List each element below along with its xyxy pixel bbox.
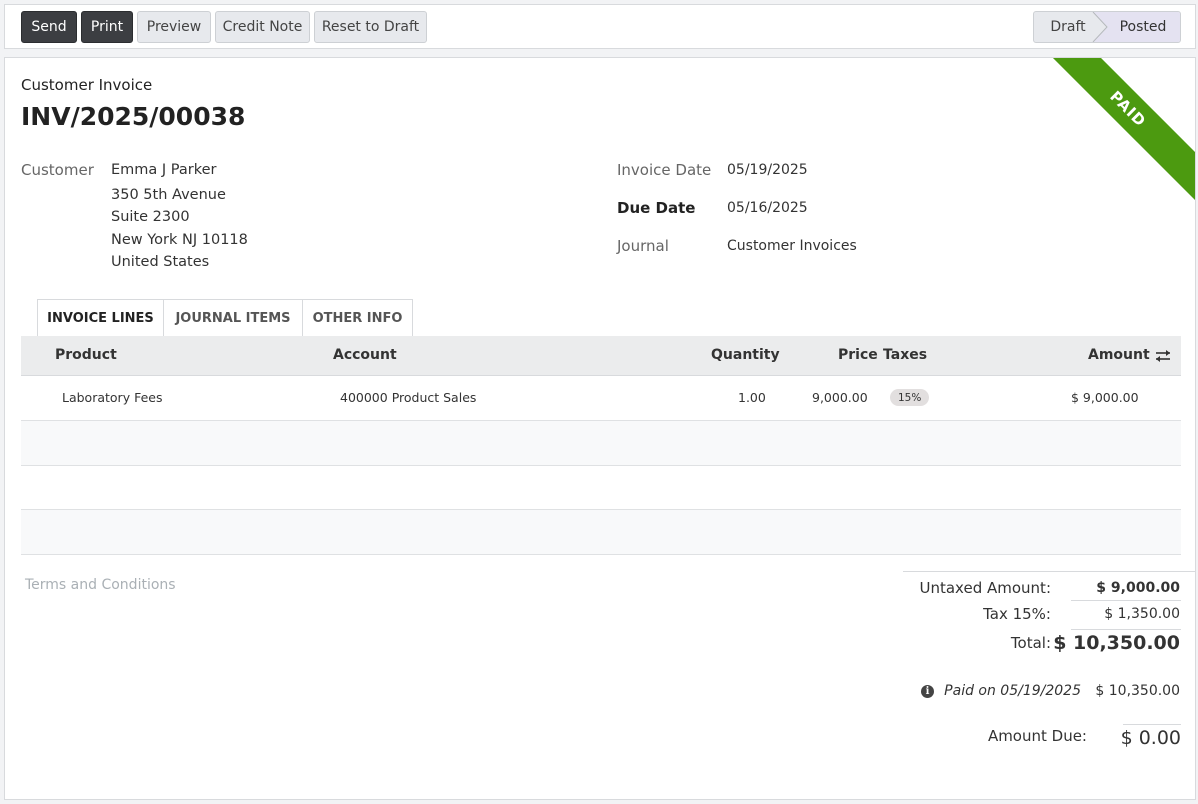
row-product: Laboratory Fees	[62, 390, 163, 405]
due-date-label: Due Date	[617, 199, 696, 217]
customer-label: Customer	[21, 161, 94, 179]
reset-to-draft-button[interactable]: Reset to Draft	[314, 11, 427, 43]
due-date-field[interactable]: 05/16/2025	[727, 200, 808, 216]
tab-other-info[interactable]: OTHER INFO	[302, 299, 413, 336]
address-line-4: United States	[111, 254, 210, 270]
total-label: Total:	[1010, 634, 1051, 652]
row-account: 400000 Product Sales	[340, 390, 477, 405]
preview-button[interactable]: Preview	[137, 11, 211, 43]
totals-divider	[1071, 600, 1181, 601]
totals-divider	[1071, 629, 1181, 630]
invoice-date-field[interactable]: 05/19/2025	[727, 162, 808, 178]
tax-label: Tax 15%:	[983, 605, 1051, 623]
invoice-date-label: Invoice Date	[617, 161, 712, 179]
credit-note-button[interactable]: Credit Note	[215, 11, 310, 43]
journal-label: Journal	[617, 237, 669, 255]
tax-badge: 15%	[890, 389, 930, 406]
address-line-1: 350 5th Avenue	[111, 187, 226, 203]
terms-and-conditions-field[interactable]: Terms and Conditions	[25, 577, 176, 593]
row-amount: $ 9,000.00	[1071, 390, 1139, 405]
totals-divider	[903, 571, 1195, 572]
row-price: 9,000.00	[812, 390, 868, 405]
column-taxes[interactable]: Taxes	[883, 347, 927, 363]
paid-ribbon: PAID	[1027, 58, 1195, 210]
address-line-2: Suite 2300	[111, 209, 190, 225]
empty-row	[21, 421, 1181, 466]
control-panel: Send Print Preview Credit Note Reset to …	[4, 4, 1196, 49]
tax-value: $ 1,350.00	[1104, 606, 1180, 622]
totals-divider	[1123, 724, 1181, 725]
column-product[interactable]: Product	[55, 347, 117, 363]
column-price[interactable]: Price	[838, 347, 878, 363]
untaxed-amount-value: $ 9,000.00	[1096, 580, 1180, 596]
tab-journal-items[interactable]: JOURNAL ITEMS	[163, 299, 303, 336]
empty-row	[21, 465, 1181, 510]
status-separator	[1092, 12, 1108, 42]
row-quantity: 1.00	[738, 390, 766, 405]
amount-due-value: $ 0.00	[1120, 727, 1181, 749]
document-type: Customer Invoice	[21, 76, 153, 94]
column-account[interactable]: Account	[333, 347, 397, 363]
amount-due-label: Amount Due:	[987, 727, 1087, 745]
print-button[interactable]: Print	[81, 11, 133, 43]
paid-value: $ 10,350.00	[1095, 683, 1180, 699]
total-value: $ 10,350.00	[1053, 632, 1180, 654]
invoice-sheet: PAID Customer Invoice INV/2025/00038 Cus…	[4, 57, 1196, 800]
table-row[interactable]: Laboratory Fees 400000 Product Sales 1.0…	[21, 376, 1181, 421]
send-button[interactable]: Send	[21, 11, 77, 43]
column-quantity[interactable]: Quantity	[711, 347, 780, 363]
journal-field[interactable]: Customer Invoices	[727, 238, 857, 254]
status-bar: Draft Posted	[1033, 11, 1181, 43]
untaxed-amount-label: Untaxed Amount:	[919, 579, 1052, 597]
optional-columns-icon[interactable]	[1155, 348, 1171, 364]
invoice-number: INV/2025/00038	[21, 102, 246, 131]
tab-invoice-lines[interactable]: INVOICE LINES	[37, 299, 164, 337]
customer-name[interactable]: Emma J Parker	[111, 162, 217, 178]
paid-on-label: Paid on 05/19/2025	[944, 683, 1081, 699]
address-line-3: New York NJ 10118	[111, 232, 248, 248]
column-amount[interactable]: Amount	[1088, 347, 1150, 363]
invoice-lines-header: Product Account Quantity Price Taxes Amo…	[21, 336, 1181, 376]
empty-row	[21, 510, 1181, 555]
info-icon[interactable]: i	[921, 685, 934, 698]
